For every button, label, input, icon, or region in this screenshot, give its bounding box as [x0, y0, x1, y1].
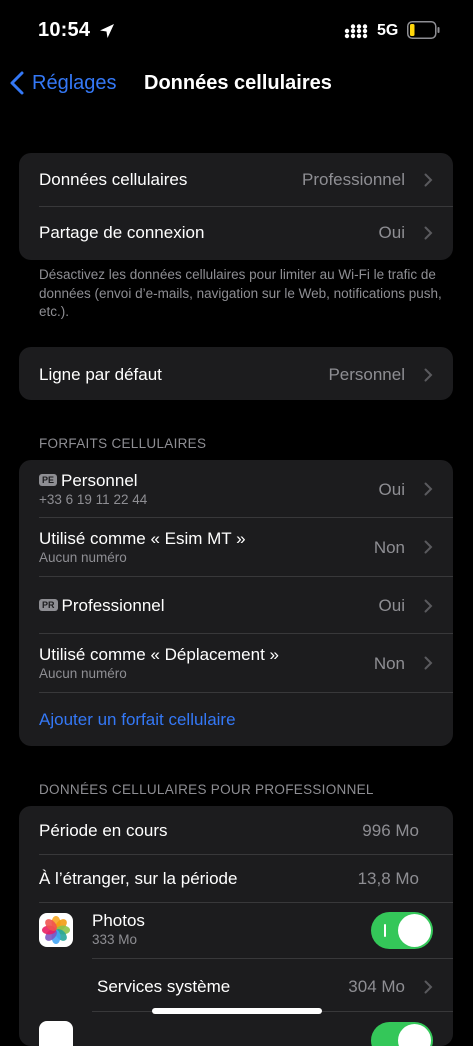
chevron-right-icon	[424, 482, 433, 496]
back-button[interactable]: Réglages	[8, 70, 117, 96]
plan-title: PE Personnel	[39, 471, 138, 491]
default-line-group: Ligne par défaut Personnel	[19, 347, 453, 400]
roaming-period-row: À l’étranger, sur la période 13,8 Mo	[19, 855, 453, 902]
toggle-on-indicator	[384, 924, 386, 937]
plan-row-personnel[interactable]: PE Personnel +33 6 19 11 22 44 Oui	[19, 460, 453, 517]
chevron-right-icon	[424, 173, 433, 187]
plan-label: Utilisé comme « Esim MT »	[39, 529, 246, 548]
back-label: Réglages	[32, 71, 117, 94]
photos-icon	[39, 913, 73, 947]
plan-label: Utilisé comme « Déplacement »	[39, 645, 279, 664]
chevron-left-icon	[10, 71, 24, 95]
row-value: 304 Mo	[348, 977, 405, 996]
app-icon	[39, 1021, 73, 1046]
row-label: Période en cours	[39, 821, 168, 840]
system-services-row[interactable]: Services système 304 Mo	[19, 959, 453, 1011]
plan-title: PR Professionnel	[39, 596, 165, 616]
row-value: 13,8 Mo	[357, 869, 419, 888]
app-row-photos: Photos 333 Mo	[19, 903, 453, 958]
row-value: Professionnel	[301, 170, 405, 189]
cellular-signal-icon	[344, 24, 368, 39]
cellular-data-footer: Désactivez les données cellulaires pour …	[39, 267, 442, 319]
usage-section-header: DONNÉES CELLULAIRES POUR PROFESSIONNEL	[39, 782, 374, 797]
toggle-knob	[398, 1024, 431, 1046]
row-label: Ligne par défaut	[39, 365, 162, 384]
status-time: 10:54	[38, 19, 91, 41]
row-value: Oui	[378, 480, 405, 499]
chevron-right-icon	[424, 540, 433, 554]
phone-number: +33 6 19 11 22 44	[39, 492, 148, 507]
next-app-row	[19, 1012, 453, 1046]
personal-hotspot-row[interactable]: Partage de connexion Oui	[19, 207, 453, 260]
photos-cellular-toggle[interactable]	[371, 912, 433, 949]
row-value: Non	[373, 538, 405, 557]
location-arrow-icon	[100, 24, 114, 38]
chevron-right-icon	[424, 226, 433, 240]
plans-section-header: FORFAITS CELLULAIRES	[39, 436, 207, 451]
plan-row-esim-mt[interactable]: Utilisé comme « Esim MT » Aucun numéro N…	[19, 518, 453, 576]
row-value: 996 Mo	[362, 821, 419, 840]
add-plan-row[interactable]: Ajouter un forfait cellulaire	[19, 693, 453, 746]
home-indicator[interactable]	[152, 1008, 322, 1014]
plan-number: Aucun numéro	[39, 666, 127, 681]
app-cellular-toggle[interactable]	[371, 1022, 433, 1046]
network-type: 5G	[377, 22, 399, 39]
add-plan-link[interactable]: Ajouter un forfait cellulaire	[39, 710, 236, 730]
plan-label: Professionnel	[61, 596, 165, 615]
toggle-knob	[398, 914, 431, 947]
row-value: Personnel	[328, 365, 405, 384]
cellular-plans-group: PE Personnel +33 6 19 11 22 44 Oui Utilis…	[19, 460, 453, 746]
row-value: Oui	[378, 223, 405, 242]
app-usage: 333 Mo	[92, 932, 138, 947]
chevron-right-icon	[424, 980, 433, 994]
plan-badge: PE	[39, 474, 58, 486]
row-label: Services système	[97, 977, 231, 996]
cellular-settings-group: Données cellulaires Professionnel Partag…	[19, 153, 453, 260]
plan-label: Personnel	[61, 471, 138, 490]
default-line-row[interactable]: Ligne par défaut Personnel	[19, 347, 453, 400]
chevron-right-icon	[424, 368, 433, 382]
plan-row-deplacement[interactable]: Utilisé comme « Déplacement » Aucun numé…	[19, 634, 453, 692]
app-name: Photos	[92, 911, 145, 930]
plan-row-professionnel[interactable]: PR Professionnel Oui	[19, 577, 453, 633]
page-title: Données cellulaires	[144, 72, 332, 94]
chevron-right-icon	[424, 656, 433, 670]
row-value: Non	[373, 654, 405, 673]
row-value: Oui	[378, 596, 405, 615]
chevron-right-icon	[424, 599, 433, 613]
row-label: Données cellulaires	[39, 170, 188, 189]
row-label: À l’étranger, sur la période	[39, 869, 238, 888]
current-period-row: Période en cours 996 Mo	[19, 806, 453, 854]
battery-icon	[407, 21, 440, 39]
plan-badge: PR	[39, 599, 58, 611]
plan-number: Aucun numéro	[39, 550, 127, 565]
row-label: Partage de connexion	[39, 223, 205, 242]
cellular-data-row[interactable]: Données cellulaires Professionnel	[19, 153, 453, 206]
